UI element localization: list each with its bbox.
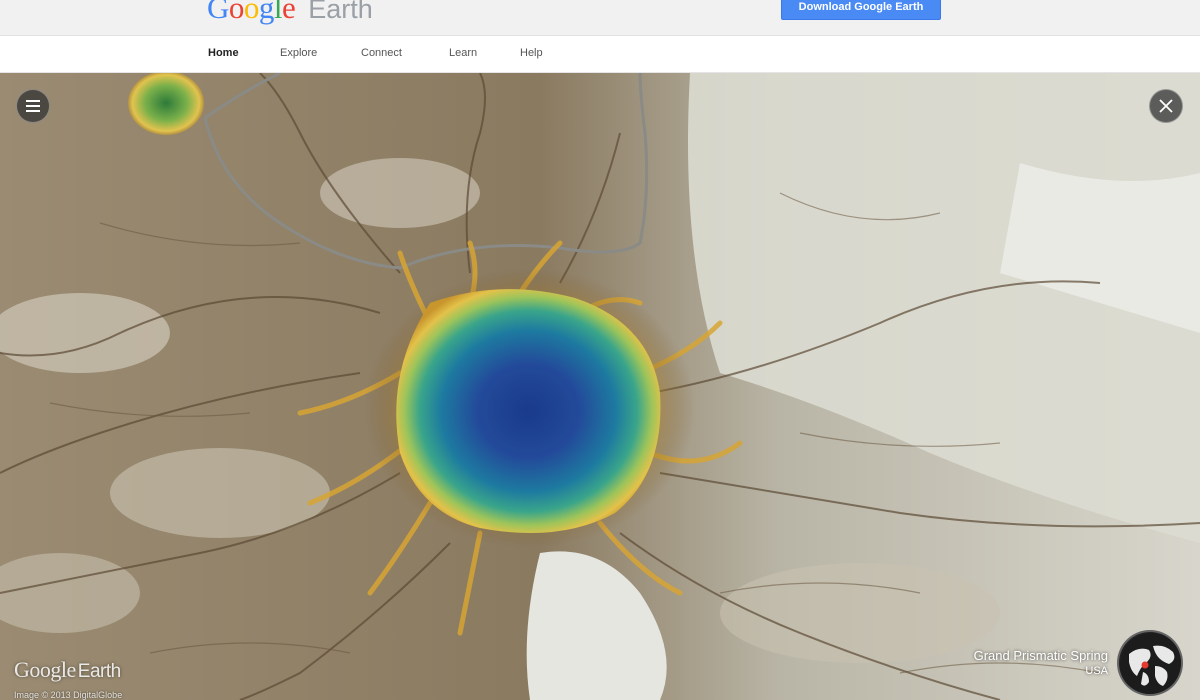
location-label: Grand Prismatic Spring USA (974, 648, 1108, 677)
nav-item-learn[interactable]: Learn (449, 47, 477, 59)
watermark-earth-text: Earth (77, 661, 121, 682)
watermark-google-text: Google (14, 657, 76, 682)
close-map-button[interactable] (1149, 89, 1183, 123)
satellite-imagery (0, 73, 1200, 700)
location-country: USA (1085, 665, 1108, 677)
location-name: Grand Prismatic Spring (973, 648, 1108, 663)
map-menu-button[interactable] (16, 89, 50, 123)
nav-item-help[interactable]: Help (520, 47, 543, 59)
logo-letter: g (258, 0, 275, 25)
satellite-map-view[interactable]: Google Earth Image © 2013 DigitalGlobe Gr… (0, 73, 1200, 700)
nav-item-connect[interactable]: Connect (361, 47, 402, 59)
nav-item-home[interactable]: Home (208, 47, 239, 59)
main-nav: Home Explore Connect Learn Help (0, 36, 1200, 73)
logo-letter: e (282, 0, 296, 25)
google-earth-watermark: Google Earth (14, 657, 121, 683)
google-earth-logo[interactable]: Google Earth (207, 0, 373, 30)
logo-letter: G (207, 0, 229, 25)
logo-letter: l (273, 0, 283, 25)
nav-item-explore[interactable]: Explore (280, 47, 317, 59)
product-name: Earth (308, 0, 373, 24)
top-bar: Google Earth Download Google Earth (0, 0, 1200, 36)
logo-letter: o (228, 0, 245, 25)
globe-navigator[interactable] (1117, 630, 1183, 696)
logo-letter: o (243, 0, 260, 25)
google-wordmark: Google (207, 0, 296, 26)
download-google-earth-button[interactable]: Download Google Earth (781, 0, 941, 20)
imagery-credit: Image © 2013 DigitalGlobe (14, 690, 123, 700)
hamburger-menu-icon (26, 100, 40, 112)
close-icon (1159, 99, 1173, 113)
